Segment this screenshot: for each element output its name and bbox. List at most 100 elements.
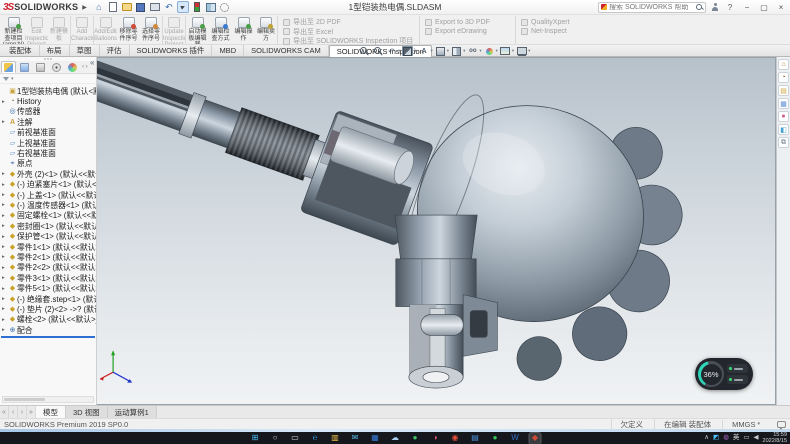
scrollbar-thumb[interactable] xyxy=(4,398,45,401)
tree-item[interactable]: 传感器 xyxy=(0,107,96,117)
section-view-icon[interactable]: ▾ xyxy=(402,46,417,56)
search-box[interactable] xyxy=(598,2,706,13)
overlay-widget-button[interactable] xyxy=(727,375,748,384)
tab-evaluate[interactable]: 评估 xyxy=(100,45,130,56)
export-menu-item[interactable]: Export to 3D PDF xyxy=(425,18,510,26)
orientation-triad[interactable] xyxy=(100,350,132,382)
zoom-to-fit-icon[interactable] xyxy=(358,46,371,56)
launch-template-editor-button[interactable]: 启动模板编辑器 xyxy=(186,16,209,44)
featuremanager-tab[interactable] xyxy=(1,61,16,73)
tray-expand-icon[interactable]: ∧ xyxy=(704,435,709,442)
print-icon[interactable] xyxy=(149,1,161,13)
model-neck-cone[interactable] xyxy=(395,215,477,261)
tree-item[interactable]: 原点 xyxy=(0,159,96,169)
tree-rollback-bar[interactable] xyxy=(1,336,95,338)
annotation-views-icon[interactable]: ▾ xyxy=(419,46,434,56)
graphics-viewport[interactable]: 36% xyxy=(97,57,776,405)
doc-tab-nav-arrow[interactable]: « xyxy=(0,406,9,418)
tab-sketch[interactable]: 草图 xyxy=(70,45,100,56)
export-menu-item[interactable]: 导出至 2D PDF xyxy=(283,18,414,26)
tree-item[interactable]: 右视基准面 xyxy=(0,148,96,158)
dimxpertmanager-tab[interactable] xyxy=(49,61,64,73)
view-palette-icon[interactable]: ▦ xyxy=(778,98,789,109)
doc-tab-nav-arrow[interactable]: » xyxy=(27,406,36,418)
export-menu-item[interactable]: 导出至 SOLIDWORKS Inspection 项目 xyxy=(283,37,414,45)
tab-solidworks-cam[interactable]: SOLIDWORKS CAM xyxy=(244,45,329,56)
status-definition-state[interactable]: 欠定义 xyxy=(611,419,655,430)
home-icon[interactable] xyxy=(93,1,105,13)
tree-item[interactable]: ▸ (-) 上盖<1> (默认<<默认>_显示状态) xyxy=(0,190,96,200)
onedrive-icon[interactable]: ☁ xyxy=(390,433,401,444)
3d-model-canvas[interactable] xyxy=(97,58,775,404)
tray-app1-icon[interactable]: ◩ xyxy=(713,435,719,442)
login-user-icon[interactable] xyxy=(711,3,719,12)
search-input[interactable] xyxy=(609,4,694,11)
doc-tab-model[interactable]: 模型 xyxy=(36,406,66,418)
tree-item[interactable]: ▸ 保护管<1> (默认<<默认>_显示状态) xyxy=(0,231,96,241)
comments-icon[interactable] xyxy=(777,421,786,428)
edit-operations-button[interactable]: 编辑操作 xyxy=(232,16,255,44)
new-inspection-project-button[interactable]: 新建检查项目 (amp;N) xyxy=(2,16,25,44)
tree-item[interactable]: ▸ History xyxy=(0,96,96,106)
search-button[interactable]: ○ xyxy=(270,433,281,444)
doc-tab-nav-arrow[interactable]: ‹ xyxy=(9,406,18,418)
tab-solidworks-addins[interactable]: SOLIDWORKS 插件 xyxy=(130,45,213,56)
volume-icon[interactable]: ◀ xyxy=(754,435,759,442)
edit-vendors-button[interactable]: 编辑卖方 xyxy=(255,16,278,44)
export-menu-item[interactable]: Net-Inspect xyxy=(521,28,583,36)
tree-item[interactable]: 前视基准面 xyxy=(0,128,96,138)
add-edit-balloons-button[interactable]: Add/Edit Balloons xyxy=(94,16,117,44)
export-menu-item[interactable]: 导出至 Excel xyxy=(283,28,414,36)
zoom-percent-dial[interactable]: 36% xyxy=(698,361,724,387)
task-view-button[interactable]: ▭ xyxy=(290,433,301,444)
solidworks-taskbar-icon[interactable]: ◆ xyxy=(530,433,541,444)
edge-icon[interactable]: ℮ xyxy=(310,433,321,444)
appearances-scenes-icon[interactable]: ● xyxy=(778,111,789,122)
pack-and-go-icon[interactable]: ⧉ xyxy=(778,137,789,148)
wechat-icon[interactable]: ● xyxy=(490,433,501,444)
update-inspection-project-button[interactable]: Update Inspection Project xyxy=(163,16,186,44)
touch-keyboard-icon[interactable]: ▭ xyxy=(743,435,749,442)
store-icon[interactable]: ▦ xyxy=(370,433,381,444)
close-button[interactable]: × xyxy=(775,3,787,12)
status-editing-mode[interactable]: 在编辑 装配体 xyxy=(654,419,722,430)
tree-item[interactable]: ▸ (-) 绝缘套.step<1> (默认<<默认>) xyxy=(0,294,96,304)
custom-properties-icon[interactable]: ◧ xyxy=(778,124,789,135)
tab-mbd[interactable]: MBD xyxy=(212,45,244,56)
tree-item[interactable]: ▸ 零件3<1> (默认<<默认>_显示状态) xyxy=(0,273,96,283)
taskbar-clock[interactable]: 15:59 2022/8/15 xyxy=(763,432,787,444)
new-document-icon[interactable] xyxy=(107,1,119,13)
doc-tab-motion-study-1[interactable]: 运动算例1 xyxy=(108,406,157,418)
tree-item[interactable]: ▸ 零件2<2> (默认<<默认>_显示状态) xyxy=(0,263,96,273)
panel-horizontal-scrollbar[interactable] xyxy=(2,396,94,403)
tree-item[interactable]: ▸ 配合 xyxy=(0,325,96,335)
select-tool-icon[interactable] xyxy=(177,1,189,13)
edit-inspection-project-button[interactable]: Edit Inspection Project xyxy=(25,16,48,44)
menu-expand-arrow[interactable]: ▶ xyxy=(82,4,87,11)
export-menu-item[interactable]: QualityXpert xyxy=(521,18,583,26)
new-template-button[interactable]: 新建模板 xyxy=(48,16,71,44)
tree-item[interactable]: ▸ 密封圈<1> (默认<<默认>_显示状态) xyxy=(0,221,96,231)
status-units[interactable]: MMGS ▾ xyxy=(722,420,769,429)
file-explorer-taskbar-icon[interactable]: ▥ xyxy=(330,433,341,444)
tree-item[interactable]: ▸ 零件1<1> (默认<<默认>_显示状态) xyxy=(0,242,96,252)
export-menu-item[interactable]: Export eDrawing xyxy=(425,28,510,36)
tree-item[interactable]: 1型铠装热电偶 (默认<默认_显示状态-1>) xyxy=(0,86,96,96)
model-inner-pin[interactable] xyxy=(421,315,463,336)
color-wheel-icon[interactable]: ◑ xyxy=(430,433,441,444)
tree-item[interactable]: ▸ 注解 xyxy=(0,117,96,127)
tree-item[interactable]: ▸ (-) 迫紧塞片<1> (默认<<默认>_显示状态) xyxy=(0,180,96,190)
tab-assembly[interactable]: 装配体 xyxy=(2,45,40,56)
view-settings-icon[interactable]: ▾ xyxy=(516,46,531,56)
view-orientation-icon[interactable]: ▾ xyxy=(435,46,450,56)
tree-item[interactable]: ▸ (-) 温度传感器<1> (默认<<默认>_显示状态) xyxy=(0,200,96,210)
undo-icon[interactable] xyxy=(163,1,175,13)
edit-inspection-methods-button[interactable]: 编辑检查方式 xyxy=(209,16,232,44)
tree-item[interactable]: 上视基准面 xyxy=(0,138,96,148)
tree-item[interactable]: ▸ 螺栓<2> (默认<<默认>_显示状态) xyxy=(0,315,96,325)
overlay-widget-button[interactable] xyxy=(727,364,748,373)
tree-item[interactable]: ▸ 零件2<1> (默认<<默认>_显示状态) xyxy=(0,252,96,262)
displaymanager-tab[interactable] xyxy=(65,61,80,73)
file-explorer-icon[interactable]: ▤ xyxy=(778,85,789,96)
mail-icon[interactable]: ✉ xyxy=(350,433,361,444)
